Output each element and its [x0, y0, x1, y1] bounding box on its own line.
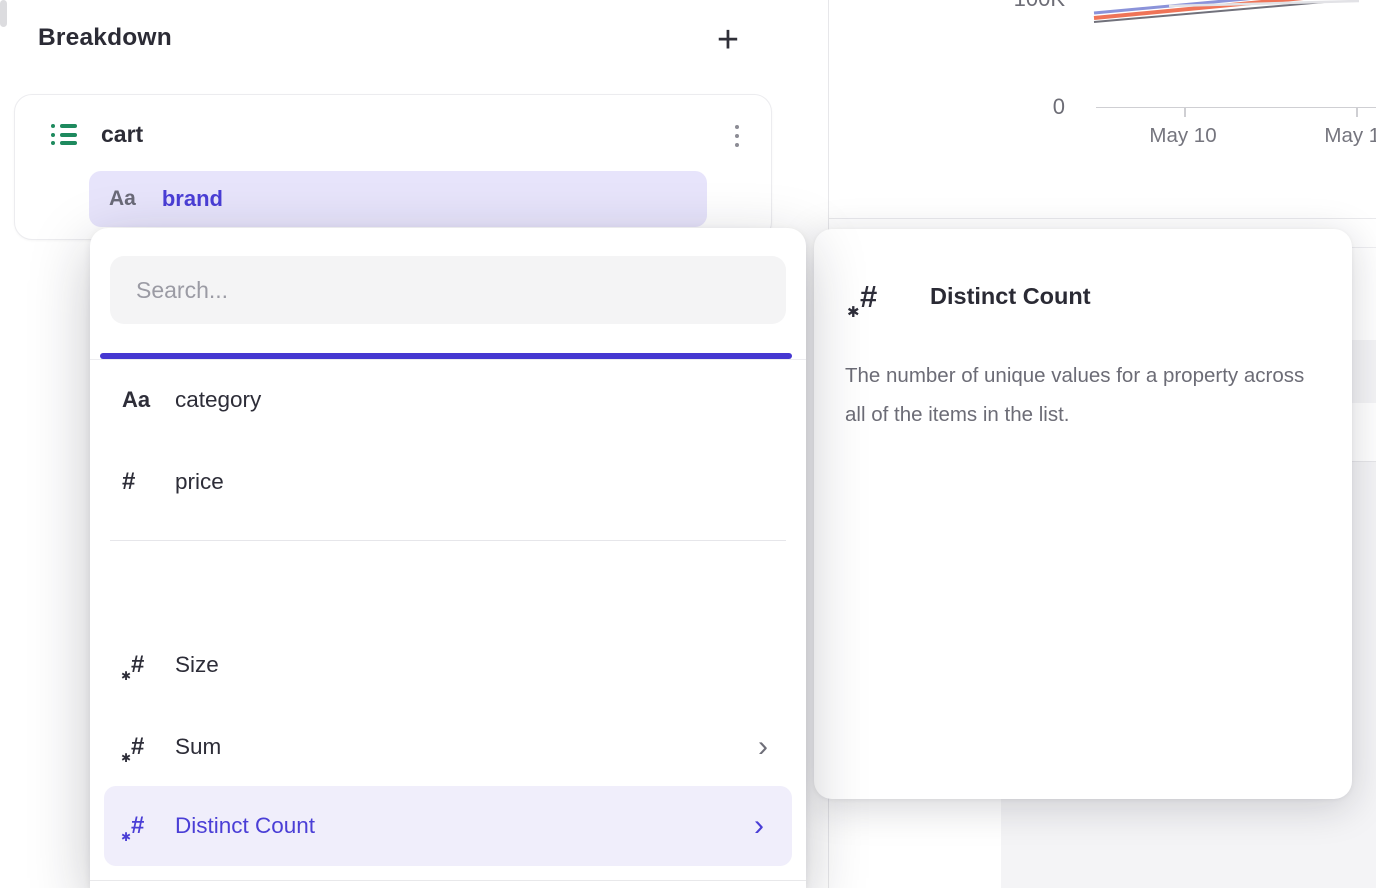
selected-property-pill[interactable]: Aa brand	[89, 171, 707, 227]
breakdown-source-name: cart	[101, 121, 143, 148]
property-dropdown: Aa category # price Computed #✱ Size #✱ …	[90, 228, 806, 888]
breakdown-source-row[interactable]: cart	[51, 121, 143, 148]
computed-option-sum[interactable]: #✱ Sum ›	[90, 722, 806, 772]
property-option-category[interactable]: Aa category	[90, 375, 806, 425]
search-input[interactable]	[110, 256, 786, 324]
y-axis-tick-100k: 100K	[989, 0, 1065, 12]
kebab-menu-icon[interactable]	[727, 120, 747, 152]
add-breakdown-button[interactable]: +	[704, 16, 752, 64]
computed-number-icon: #✱	[860, 279, 877, 315]
property-option-price[interactable]: # price	[90, 457, 806, 507]
distinct-count-tooltip: #✱ Distinct Count The number of unique v…	[814, 229, 1352, 799]
tooltip-title: Distinct Count	[930, 283, 1091, 310]
x-axis-label-may10: May 10	[1128, 124, 1238, 148]
x-axis-label-may12: May 12	[1303, 124, 1376, 148]
breakdown-card: cart Aa brand	[14, 94, 772, 240]
line-chart-series	[1089, 0, 1376, 26]
x-axis-line	[1096, 107, 1376, 108]
list-icon	[51, 122, 77, 148]
scrollbar-thumb[interactable]	[0, 0, 7, 27]
number-type-icon: #	[122, 468, 166, 496]
table-top-divider	[829, 218, 1376, 219]
tabs-divider	[90, 359, 806, 360]
x-tickmark-may10	[1184, 108, 1186, 117]
tooltip-description: The number of unique values for a proper…	[845, 357, 1323, 434]
list-divider	[110, 540, 786, 541]
computed-option-size[interactable]: #✱ Size	[90, 640, 806, 690]
x-tickmark-may12	[1356, 108, 1358, 117]
breakdown-section-title: Breakdown	[38, 24, 172, 52]
chevron-right-icon: ›	[754, 813, 764, 839]
computed-number-icon: #✱	[122, 812, 166, 840]
list-bottom-divider	[90, 880, 806, 881]
selected-property-name: brand	[162, 186, 223, 212]
y-axis-tick-0: 0	[989, 94, 1065, 120]
text-type-icon: Aa	[109, 187, 136, 211]
computed-number-icon: #✱	[122, 733, 166, 761]
chevron-right-icon: ›	[758, 734, 768, 760]
computed-option-distinct-count[interactable]: #✱ Distinct Count ›	[104, 786, 792, 866]
text-type-icon: Aa	[122, 387, 166, 413]
computed-number-icon: #✱	[122, 651, 166, 679]
